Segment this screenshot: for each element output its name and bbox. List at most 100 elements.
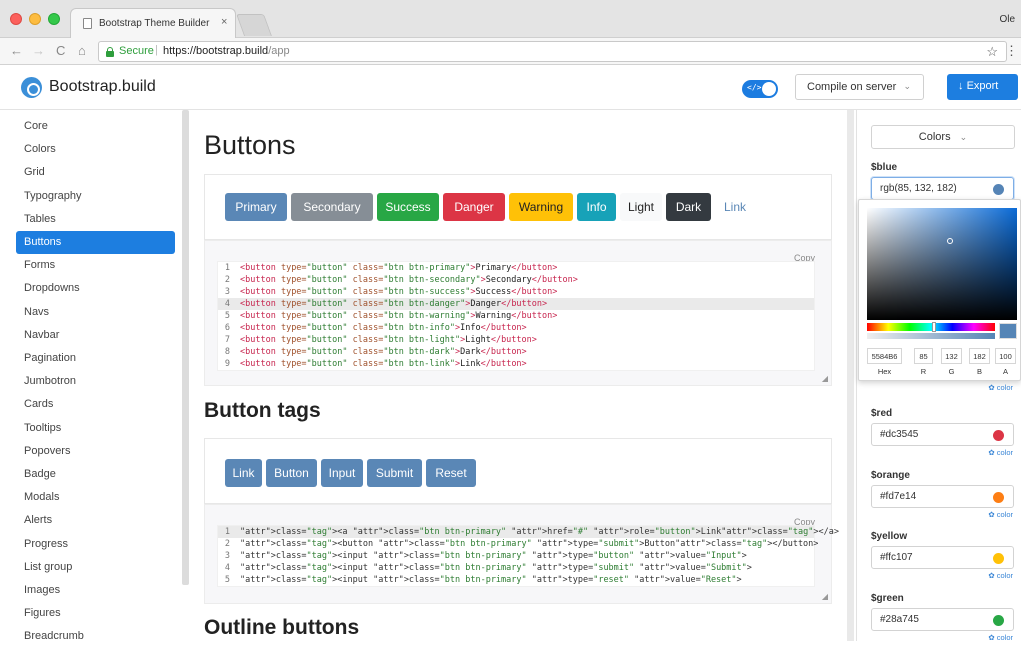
colors-select[interactable]: Colors ⌄ xyxy=(871,125,1015,149)
reset-tag-button[interactable]: Reset xyxy=(426,459,476,487)
home-icon[interactable]: ⌂ xyxy=(78,43,86,59)
red-input[interactable]: 85 xyxy=(914,348,933,364)
sidebar-item-alerts[interactable]: Alerts xyxy=(16,509,175,532)
blue-input[interactable]: 182 xyxy=(969,348,990,364)
sidebar-item-list-group[interactable]: List group xyxy=(16,556,175,579)
code-line: 5 <button type="button" class="btn btn-wa… xyxy=(224,311,558,321)
alpha-slider[interactable] xyxy=(867,333,995,339)
section-title-outline-buttons: Outline buttons xyxy=(204,616,360,639)
sidebar-item-modals[interactable]: Modals xyxy=(16,486,175,509)
sidebar-item-typography[interactable]: Typography xyxy=(16,185,175,208)
code-line: 3 <button type="button" class="btn btn-su… xyxy=(224,287,558,297)
color-link[interactable]: ✿ color xyxy=(988,571,1013,580)
brand-name[interactable]: Bootstrap.build xyxy=(49,78,156,96)
green-label: G xyxy=(948,367,955,376)
url-path: /app xyxy=(268,45,290,57)
sidebar-item-popovers[interactable]: Popovers xyxy=(16,440,175,463)
sidebar-item-forms[interactable]: Forms xyxy=(16,254,175,277)
hue-slider[interactable] xyxy=(867,323,995,331)
sidebar-item-images[interactable]: Images xyxy=(16,579,175,602)
bookmark-star-icon[interactable]: ☆ xyxy=(986,44,998,60)
export-button[interactable]: ↓ Export xyxy=(947,74,1018,100)
saturation-value-area[interactable] xyxy=(867,208,1017,320)
code-toggle[interactable]: </> xyxy=(742,80,778,98)
code-line: 1 <button type="button" class="btn btn-pr… xyxy=(224,263,558,273)
btn-success-button[interactable]: Success xyxy=(377,193,439,221)
buttons-code-box: Copy 1 <button type="button" class="btn b… xyxy=(204,240,832,386)
btn-light-button[interactable]: Light xyxy=(620,193,662,221)
main-scrollbar[interactable] xyxy=(847,110,854,641)
sidebar-item-jumbotron[interactable]: Jumbotron xyxy=(16,370,175,393)
btn-link-button[interactable]: Link xyxy=(715,193,755,221)
sidebar-item-navbar[interactable]: Navbar xyxy=(16,324,175,347)
color-link[interactable]: ✿ color xyxy=(988,510,1013,519)
submit-tag-button[interactable]: Submit xyxy=(367,459,422,487)
variable-input-blue[interactable]: rgb(85, 132, 182) xyxy=(871,177,1014,200)
green-input[interactable]: 132 xyxy=(941,348,962,364)
back-icon[interactable]: ← xyxy=(10,43,23,59)
window-minimize-button[interactable] xyxy=(29,13,41,25)
variable-value: #fd7e14 xyxy=(880,490,917,502)
color-link[interactable]: ✿ color xyxy=(988,448,1013,457)
sidebar-item-figures[interactable]: Figures xyxy=(16,602,175,625)
hex-input[interactable]: 5584B6 xyxy=(867,348,902,364)
profile-name[interactable]: Ole xyxy=(999,14,1015,25)
btn-info-button[interactable]: Info xyxy=(577,193,616,221)
reload-icon[interactable]: C xyxy=(56,43,65,59)
window-close-button[interactable] xyxy=(10,13,22,25)
resize-handle-icon[interactable]: ◢ xyxy=(822,592,828,601)
resize-handle-icon[interactable]: ◢ xyxy=(822,374,828,383)
variable-input-red[interactable]: #dc3545 xyxy=(871,423,1014,446)
sidebar-item-navs[interactable]: Navs xyxy=(16,301,175,324)
color-link[interactable]: ✿ color xyxy=(988,633,1013,642)
sidebar-item-core[interactable]: Core xyxy=(16,115,175,138)
color-link[interactable]: ✿ color xyxy=(988,383,1013,392)
color-preview-swatch xyxy=(999,323,1017,339)
sidebar-item-progress[interactable]: Progress xyxy=(16,533,175,556)
forward-icon[interactable]: → xyxy=(32,43,45,59)
sidebar-item-dropdowns[interactable]: Dropdowns xyxy=(16,277,175,300)
url-separator: | xyxy=(155,44,158,56)
sidebar-scrollbar[interactable] xyxy=(182,110,189,585)
sidebar-item-badge[interactable]: Badge xyxy=(16,463,175,486)
address-bar: ← → C ⌂ Secure | https://bootstrap.build… xyxy=(0,38,1021,65)
variable-input-yellow[interactable]: #ffc107 xyxy=(871,546,1014,569)
sidebar-item-tables[interactable]: Tables xyxy=(16,208,175,231)
btn-dark-button[interactable]: Dark xyxy=(666,193,711,221)
sidebar-item-cards[interactable]: Cards xyxy=(16,393,175,416)
btn-secondary-button[interactable]: Secondary xyxy=(291,193,373,221)
url-text: https://bootstrap.build/app xyxy=(163,45,290,57)
variable-value: #28a745 xyxy=(880,613,919,625)
color-swatch[interactable] xyxy=(993,184,1004,195)
sidebar-item-breadcrumb[interactable]: Breadcrumb xyxy=(16,625,175,648)
color-swatch[interactable] xyxy=(993,491,1004,503)
sidebar-item-buttons[interactable]: Buttons xyxy=(16,231,175,254)
btn-primary-button[interactable]: Primary xyxy=(225,193,287,221)
link-tag-button[interactable]: Link xyxy=(225,459,262,487)
alpha-input[interactable]: 100 xyxy=(995,348,1016,364)
color-swatch[interactable] xyxy=(993,614,1004,626)
code-editor[interactable]: 1 "attr">class="tag"><a "attr">class="btn… xyxy=(217,525,839,587)
hue-handle[interactable] xyxy=(932,322,936,332)
color-swatch[interactable] xyxy=(993,553,1004,564)
url-input[interactable]: Secure | https://bootstrap.build/app ☆ xyxy=(98,41,1007,62)
window-maximize-button[interactable] xyxy=(48,13,60,25)
btn-warning-button[interactable]: Warning xyxy=(509,193,573,221)
color-swatch[interactable] xyxy=(993,430,1004,441)
btn-danger-button[interactable]: Danger xyxy=(443,193,505,221)
browser-tab[interactable]: Bootstrap Theme Builder - cre × xyxy=(70,8,236,38)
compile-select[interactable]: Compile on server ⌄ xyxy=(795,74,924,100)
input-tag-button[interactable]: Input xyxy=(321,459,363,487)
picker-cursor[interactable] xyxy=(947,238,953,244)
sidebar-item-pagination[interactable]: Pagination xyxy=(16,347,175,370)
sidebar-item-grid[interactable]: Grid xyxy=(16,161,175,184)
variable-input-green[interactable]: #28a745 xyxy=(871,607,1014,631)
sidebar-item-colors[interactable]: Colors xyxy=(16,138,175,161)
code-editor[interactable]: 1 <button type="button" class="btn btn-pr… xyxy=(217,261,815,371)
button-tag-button[interactable]: Button xyxy=(266,459,317,487)
tab-close-icon[interactable]: × xyxy=(221,16,227,28)
variable-input-orange[interactable]: #fd7e14 xyxy=(871,484,1014,508)
sidebar-item-tooltips[interactable]: Tooltips xyxy=(16,417,175,440)
new-tab-button[interactable] xyxy=(235,14,273,36)
browser-menu-icon[interactable]: ⋮ xyxy=(1005,43,1018,59)
